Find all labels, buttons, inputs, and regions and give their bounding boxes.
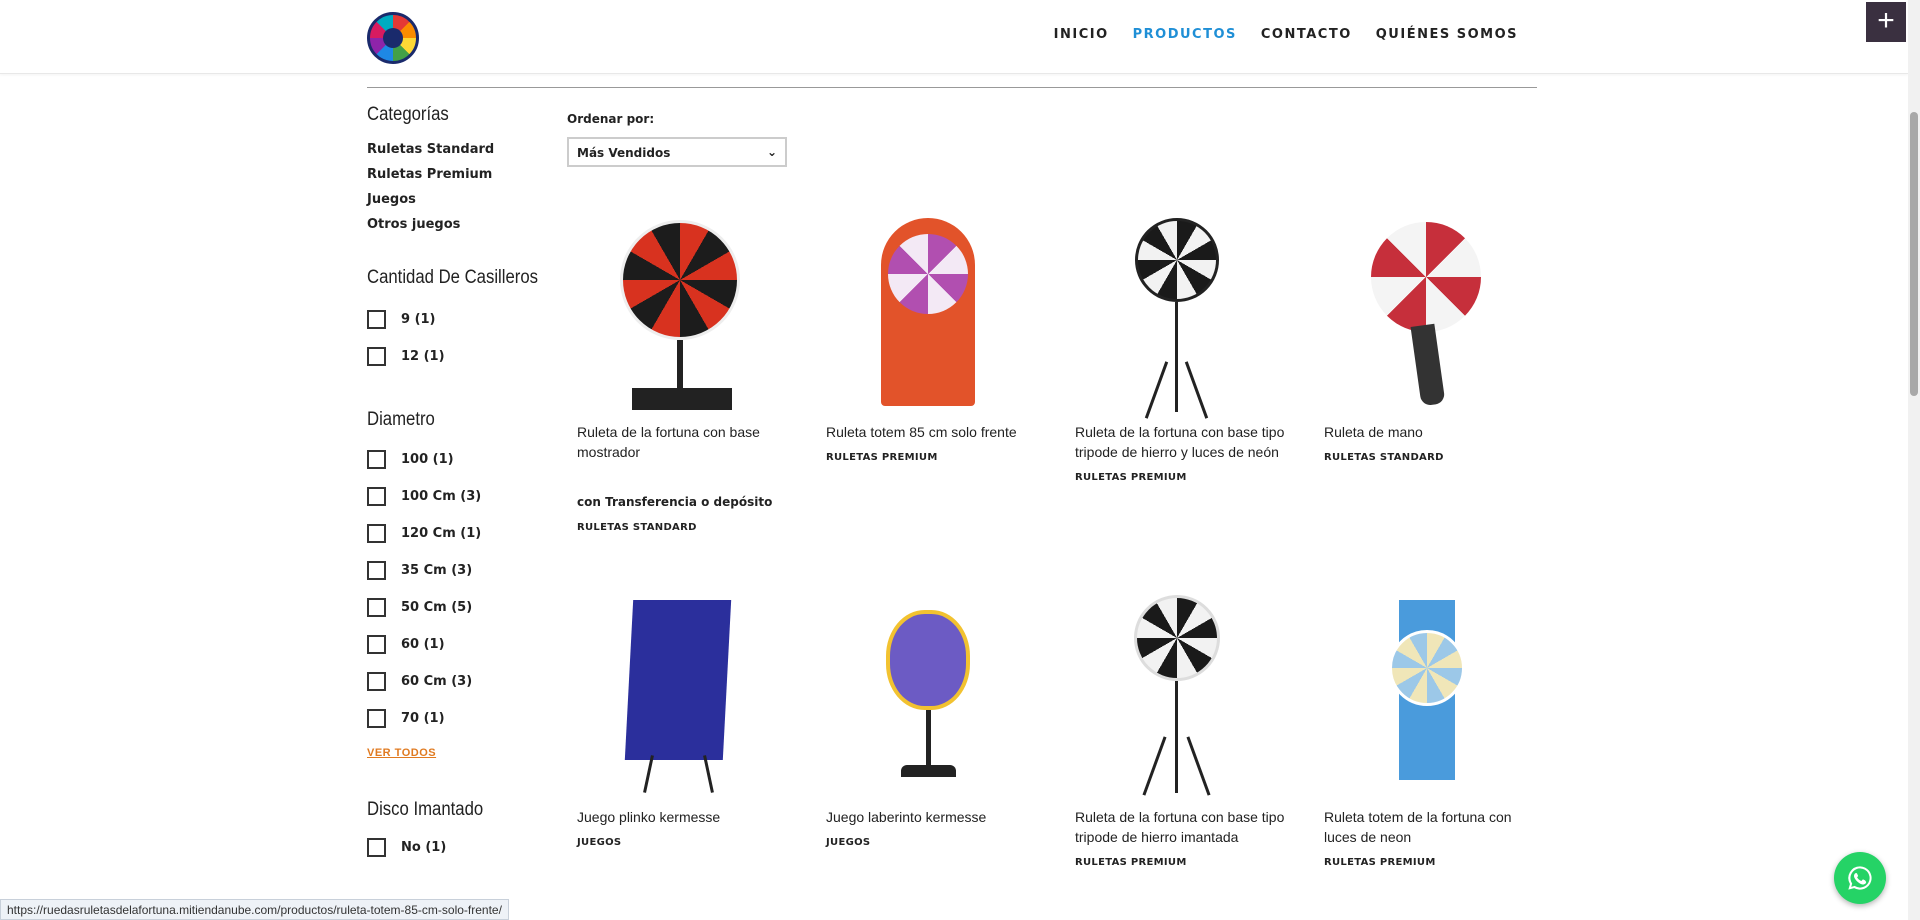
category-ruletas-standard[interactable]: Ruletas Standard [367,142,537,167]
filter-casilleros-9[interactable]: 9 (1) [367,301,537,338]
filter-diametro-120cm[interactable]: 120 Cm (1) [367,515,537,552]
checkbox[interactable] [367,561,386,580]
filter-casilleros-12[interactable]: 12 (1) [367,338,537,375]
product-name[interactable]: Ruleta de la fortuna con base tipo tripo… [1075,422,1289,462]
product-image[interactable] [577,595,791,795]
filter-diametro-35cm[interactable]: 35 Cm (3) [367,552,537,589]
product-image[interactable] [1075,595,1289,796]
product-card[interactable]: Ruleta de la fortuna con base tipo tripo… [1075,210,1289,483]
plus-icon[interactable]: + [1866,2,1906,42]
product-card[interactable]: Ruleta totem 85 cm solo frente RULETAS P… [826,210,1040,463]
store-logo[interactable] [367,12,419,64]
product-promo: con Transferencia o depósito [577,495,773,509]
whatsapp-button[interactable] [1834,852,1886,904]
product-name[interactable]: Juego laberinto kermesse [826,807,1040,827]
product-category[interactable]: RULETAS STANDARD [577,522,791,533]
product-name[interactable]: Ruleta totem de la fortuna con luces de … [1324,807,1538,847]
chevron-down-icon: ⌄ [766,145,777,159]
product-category[interactable]: RULETAS PREMIUM [1324,857,1538,868]
product-category[interactable]: RULETAS STANDARD [1324,452,1538,463]
checkbox[interactable] [367,709,386,728]
nav-productos[interactable]: PRODUCTOS [1133,27,1237,42]
checkbox[interactable] [367,838,386,857]
product-category[interactable]: RULETAS PREMIUM [1075,472,1289,483]
filter-diametro-60[interactable]: 60 (1) [367,626,537,663]
product-category[interactable]: RULETAS PREMIUM [826,452,1040,463]
filter-disco-no[interactable]: No (1) [367,829,537,866]
sort-label: Ordenar por: [567,112,655,126]
filter-diametro-100cm[interactable]: 100 Cm (3) [367,478,537,515]
checkbox[interactable] [367,487,386,506]
product-image[interactable] [577,210,791,410]
category-otros-juegos[interactable]: Otros juegos [367,217,537,242]
ver-todos-link[interactable]: VER TODOS [367,747,537,759]
product-category[interactable]: RULETAS PREMIUM [1075,857,1289,868]
checkbox[interactable] [367,450,386,469]
nav-contacto[interactable]: CONTACTO [1261,27,1352,42]
product-name[interactable]: Ruleta de la fortuna con base tipo tripo… [1075,807,1289,847]
product-name[interactable]: Ruleta totem 85 cm solo frente [826,422,1040,442]
checkbox[interactable] [367,672,386,691]
disco-title: Disco Imantado [367,799,484,820]
header: INICIO PRODUCTOS CONTACTO QUIÉNES SOMOS [0,0,1908,74]
main-nav: INICIO PRODUCTOS CONTACTO QUIÉNES SOMOS [1054,27,1518,42]
filter-diametro-100[interactable]: 100 (1) [367,441,537,478]
product-image[interactable] [1075,210,1289,419]
product-card[interactable]: Ruleta de la fortuna con base tipo tripo… [1075,595,1289,868]
category-ruletas-premium[interactable]: Ruletas Premium [367,167,537,192]
checkbox[interactable] [367,524,386,543]
checkbox[interactable] [367,635,386,654]
whatsapp-icon [1848,866,1872,890]
product-card[interactable]: Juego laberinto kermesse JUEGOS [826,595,1040,848]
product-card[interactable]: Ruleta totem de la fortuna con luces de … [1324,595,1538,868]
checkbox[interactable] [367,347,386,366]
categories-title: Categorías [367,104,449,125]
product-category[interactable]: JUEGOS [826,837,1040,848]
product-card[interactable]: Ruleta de mano RULETAS STANDARD [1324,210,1538,463]
diametro-title: Diametro [367,409,435,430]
page-scrollbar[interactable] [1908,0,1920,920]
status-bar-url: https://ruedasruletasdelafortuna.mitiend… [0,899,509,920]
product-card[interactable]: Juego plinko kermesse JUEGOS [577,595,791,848]
checkbox[interactable] [367,598,386,617]
filter-diametro-60cm[interactable]: 60 Cm (3) [367,663,537,700]
product-card[interactable]: Ruleta de la fortuna con base mostrador … [577,210,791,533]
nav-inicio[interactable]: INICIO [1054,27,1109,42]
product-image[interactable] [826,210,1040,410]
product-image[interactable] [826,595,1040,795]
casilleros-title: Cantidad De Casilleros [367,267,539,288]
checkbox[interactable] [367,310,386,329]
product-name[interactable]: Ruleta de mano [1324,422,1538,442]
divider [367,87,1537,88]
filter-diametro-70[interactable]: 70 (1) [367,700,537,737]
product-name[interactable]: Ruleta de la fortuna con base mostrador [577,422,791,462]
filter-diametro-50cm[interactable]: 50 Cm (5) [367,589,537,626]
category-juegos[interactable]: Juegos [367,192,537,217]
scrollbar-thumb[interactable] [1910,112,1918,396]
product-name[interactable]: Juego plinko kermesse [577,807,791,827]
product-category[interactable]: JUEGOS [577,837,791,848]
nav-quienes-somos[interactable]: QUIÉNES SOMOS [1376,27,1518,42]
product-image[interactable] [1324,595,1538,795]
sort-select[interactable]: Más Vendidos ⌄ [567,137,787,167]
product-image[interactable] [1324,210,1538,410]
filters-sidebar: Categorías Ruletas Standard Ruletas Prem… [367,104,539,866]
